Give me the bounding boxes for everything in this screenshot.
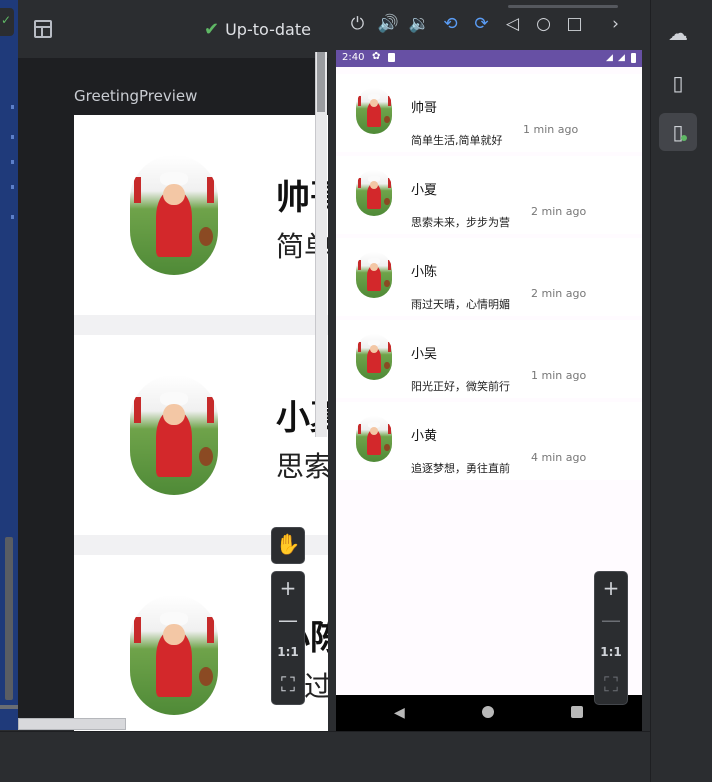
zoom-out-button[interactable]: — bbox=[595, 604, 627, 636]
settings-icon: ✿ bbox=[372, 51, 381, 62]
layout-icon[interactable] bbox=[34, 20, 52, 38]
contact-name: 小夏 bbox=[411, 183, 438, 198]
divider bbox=[74, 315, 328, 335]
preview-row: 帅哥 简单生活,简单就好 bbox=[74, 115, 328, 315]
zoom-one-to-one-button[interactable]: 1:1 bbox=[272, 636, 304, 668]
editor-gutter: ✓ bbox=[0, 0, 18, 730]
list-item[interactable]: 帅哥 简单生活,简单就好 1 min ago bbox=[336, 74, 642, 152]
contact-message: 简单生活,简单就好 bbox=[411, 134, 503, 147]
contact-name: 小吴 bbox=[411, 347, 438, 362]
gutter-marker bbox=[11, 185, 14, 189]
nav-home-icon[interactable] bbox=[482, 706, 494, 718]
inspection-check-icon[interactable]: ✓ bbox=[0, 8, 14, 36]
gutter-marker bbox=[11, 215, 14, 219]
gutter-marker bbox=[11, 135, 14, 139]
device-manager-icon[interactable]: ▯ bbox=[659, 64, 697, 102]
list-item[interactable]: 小夏 思索未来，步步为营 2 min ago bbox=[336, 156, 642, 234]
avatar bbox=[356, 252, 392, 298]
home-icon[interactable]: ○ bbox=[528, 14, 559, 34]
gemini-icon[interactable]: ☁ bbox=[659, 14, 697, 52]
editor-scrollbar[interactable] bbox=[5, 537, 13, 700]
power-icon[interactable]: ⏻ bbox=[342, 14, 373, 34]
running-devices-icon[interactable]: ▯ bbox=[659, 113, 697, 151]
nav-overview-icon[interactable] bbox=[571, 706, 583, 718]
rotate-left-icon[interactable]: ⟲ bbox=[435, 14, 466, 34]
zoom-fit-button[interactable]: ⛶ bbox=[595, 668, 627, 700]
wifi-icon: ◢ bbox=[618, 53, 625, 63]
zoom-in-button[interactable]: + bbox=[595, 572, 627, 604]
android-status-bar: 2:40 ✿ ◢ ◢ bbox=[336, 50, 642, 67]
nav-back-icon[interactable]: ◀ bbox=[394, 705, 405, 721]
check-icon: ✔ bbox=[204, 19, 220, 40]
preview-status[interactable]: ✔ Up-to-date bbox=[204, 19, 311, 40]
status-time: 2:40 bbox=[342, 52, 365, 63]
contact-time: 1 min ago bbox=[523, 123, 579, 136]
preview-row: 小夏 思索未来，步步为营 bbox=[74, 335, 328, 535]
battery-icon bbox=[631, 53, 636, 63]
contact-message: 思索未来，步步为营 bbox=[411, 216, 510, 229]
preview-zoom-controls: + — 1:1 ⛶ bbox=[271, 571, 305, 705]
gutter-marker bbox=[11, 160, 14, 164]
zoom-out-button[interactable]: — bbox=[272, 604, 304, 636]
volume-up-icon[interactable]: 🔊 bbox=[373, 14, 404, 34]
status-label: Up-to-date bbox=[225, 20, 311, 39]
editor-horizontal-scrollbar[interactable] bbox=[0, 705, 18, 709]
contact-message: 追逐梦想，勇往直前 bbox=[411, 462, 510, 475]
emulator-zoom-controls: + — 1:1 ⛶ bbox=[594, 571, 628, 705]
contact-message: 雨过天晴，心情明媚 bbox=[411, 298, 510, 311]
preview-horizontal-scrollbar[interactable] bbox=[18, 718, 126, 730]
more-icon[interactable]: › bbox=[600, 14, 631, 34]
rotate-right-icon[interactable]: ⟳ bbox=[466, 14, 497, 34]
signal-icon: ◢ bbox=[606, 53, 613, 63]
contact-time: 4 min ago bbox=[531, 451, 587, 464]
bottom-panel bbox=[0, 731, 650, 782]
preview-title: GreetingPreview bbox=[74, 87, 198, 105]
preview-row-message: 思索未来，步步为营 bbox=[276, 450, 328, 483]
contact-time: 2 min ago bbox=[531, 205, 587, 218]
contact-message: 阳光正好，微笑前行 bbox=[411, 380, 510, 393]
volume-down-icon[interactable]: 🔉 bbox=[404, 14, 435, 34]
right-tool-window-bar: ☁ ▯ ▯ bbox=[650, 0, 712, 782]
avatar bbox=[356, 416, 392, 462]
pan-tool[interactable]: ✋ bbox=[271, 527, 305, 564]
contact-time: 2 min ago bbox=[531, 287, 587, 300]
avatar bbox=[356, 88, 392, 134]
avatar bbox=[130, 375, 218, 495]
contact-name: 小黄 bbox=[411, 429, 438, 444]
list-item[interactable]: 小陈 雨过天晴，心情明媚 2 min ago bbox=[336, 238, 642, 316]
zoom-in-button[interactable]: + bbox=[272, 572, 304, 604]
zoom-fit-button[interactable]: ⛶ bbox=[272, 668, 304, 700]
avatar bbox=[356, 334, 392, 380]
zoom-one-to-one-button[interactable]: 1:1 bbox=[595, 636, 627, 668]
list-item[interactable]: 小吴 阳光正好，微笑前行 1 min ago bbox=[336, 320, 642, 398]
avatar bbox=[130, 595, 218, 715]
contact-name: 小陈 bbox=[411, 265, 438, 280]
contact-name: 帅哥 bbox=[411, 101, 438, 116]
back-icon[interactable]: ◁ bbox=[497, 14, 528, 34]
gutter-marker bbox=[11, 105, 14, 109]
list-item[interactable]: 小黄 追逐梦想，勇往直前 4 min ago bbox=[336, 402, 642, 480]
toolbar-divider bbox=[508, 5, 618, 8]
preview-scrollbar-thumb[interactable] bbox=[317, 52, 325, 112]
avatar bbox=[356, 170, 392, 216]
contact-time: 1 min ago bbox=[531, 369, 587, 382]
sim-icon bbox=[388, 53, 395, 62]
pan-hand-icon[interactable]: ✋ bbox=[272, 528, 304, 560]
overview-icon[interactable]: □ bbox=[559, 14, 590, 34]
avatar bbox=[130, 155, 218, 275]
